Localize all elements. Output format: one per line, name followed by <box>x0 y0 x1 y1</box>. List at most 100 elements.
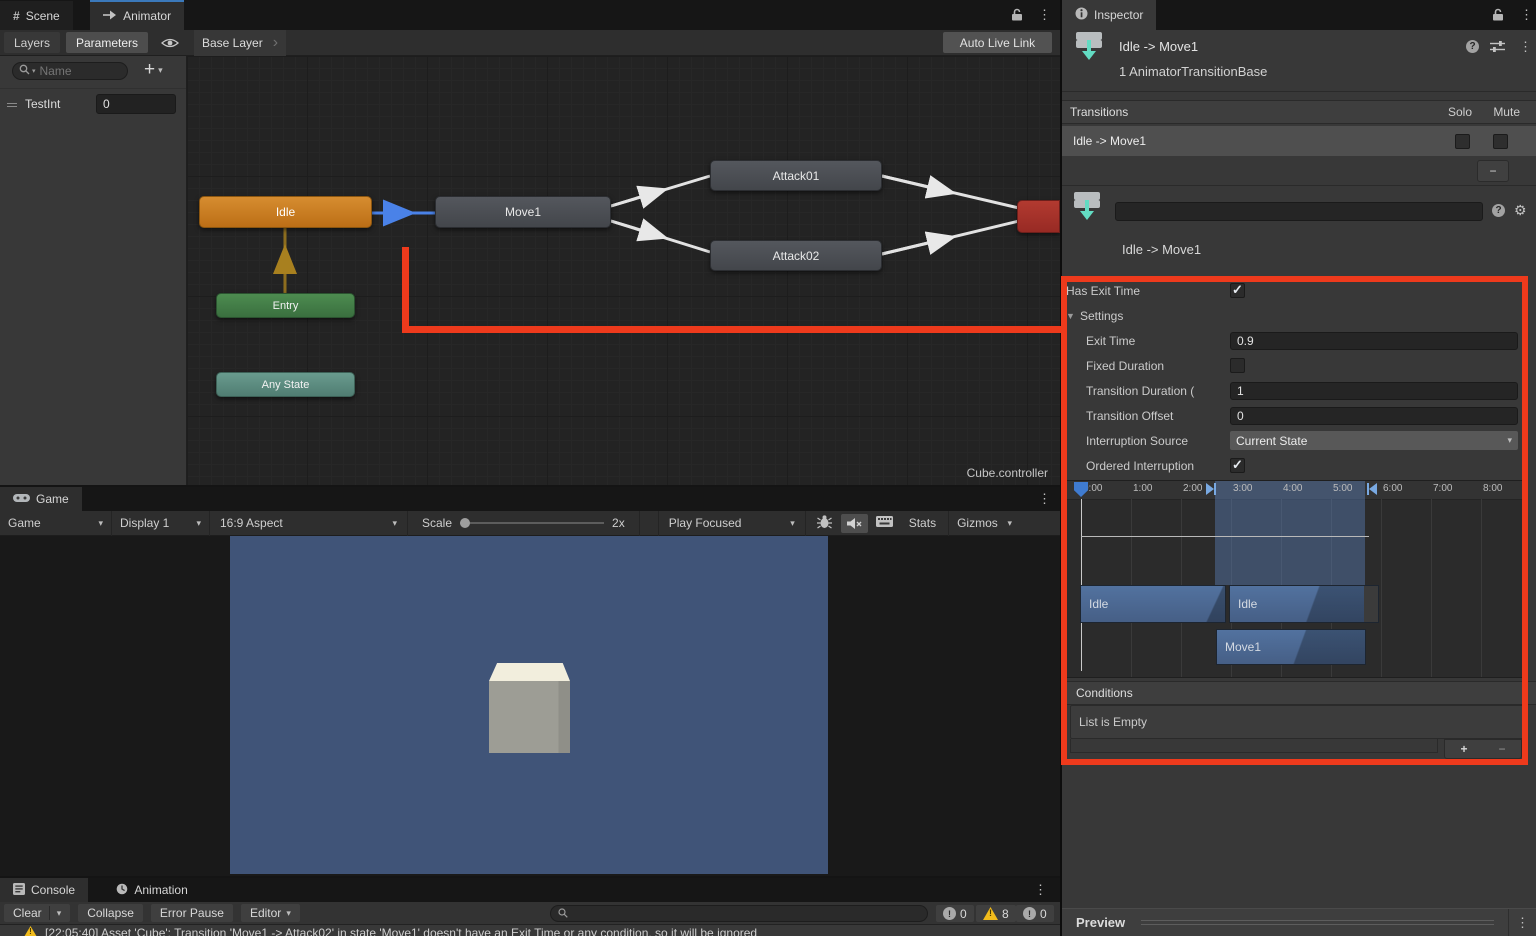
interruption-source-dropdown[interactable]: Current State ▾ <box>1230 431 1518 450</box>
transition-name-field[interactable] <box>1115 202 1483 221</box>
scale-slider-knob[interactable] <box>460 518 470 528</box>
drag-handle-icon[interactable] <box>7 101 17 107</box>
tab-game[interactable]: Game <box>0 487 82 511</box>
transition-move1-to-attack02[interactable] <box>611 221 710 252</box>
game-viewport[interactable] <box>230 536 828 874</box>
tab-animator[interactable]: Animator <box>90 0 184 30</box>
error-count-badge[interactable]: ! 0 <box>1016 905 1054 922</box>
fixed-duration-checkbox[interactable] <box>1230 358 1245 373</box>
transition-move1-to-attack01[interactable] <box>611 176 710 206</box>
collapse-button[interactable]: Collapse <box>78 904 143 922</box>
timeline-block-idle-1[interactable]: Idle <box>1080 585 1226 623</box>
transition-row-selected[interactable]: Idle -> Move1 <box>1062 126 1536 156</box>
transition-arrows[interactable] <box>187 56 1060 485</box>
settings-foldout[interactable]: ▼ Settings <box>1066 303 1528 328</box>
timeline-block-move1[interactable]: Move1 <box>1216 629 1366 665</box>
gear-icon[interactable]: ⚙ <box>1514 203 1527 217</box>
gizmos-dropdown[interactable]: Gizmos▾ <box>948 511 1020 536</box>
parameter-value-field[interactable] <box>96 94 176 114</box>
help-icon[interactable]: ? <box>1492 204 1505 217</box>
console-log-row[interactable]: ! [22:05:40] Asset 'Cube': Transition 'M… <box>0 925 1060 936</box>
keyboard-icon[interactable] <box>876 516 893 530</box>
info-circle-icon <box>1075 7 1088 23</box>
has-exit-time-checkbox[interactable] <box>1230 283 1245 298</box>
conditions-buttons: + − <box>1444 739 1522 759</box>
display-dropdown[interactable]: Display 1▾ <box>112 511 210 536</box>
state-node-attack02[interactable]: Attack02 <box>710 240 882 271</box>
layers-button[interactable]: Layers <box>4 32 60 53</box>
ruler-tick: 8:00 <box>1483 483 1502 494</box>
inspector-more-icon[interactable]: ⋮ <box>1520 7 1533 23</box>
display-target-dropdown[interactable]: Game▾ <box>0 511 112 536</box>
state-node-idle[interactable]: Idle <box>199 196 372 228</box>
info-count-badge[interactable]: ! 0 <box>936 905 974 922</box>
parameters-button[interactable]: Parameters <box>66 32 148 53</box>
header-more-icon[interactable]: ⋮ <box>1519 39 1532 55</box>
ordered-interruption-checkbox[interactable] <box>1230 458 1245 473</box>
mute-checkbox[interactable] <box>1493 134 1508 149</box>
debug-bug-icon[interactable] <box>816 514 833 532</box>
animator-more-icon[interactable]: ⋮ <box>1038 7 1051 23</box>
tab-scene[interactable]: # Scene <box>0 1 73 31</box>
add-condition-button[interactable]: + <box>1460 742 1467 756</box>
preview-drag-handle[interactable] <box>1141 920 1494 925</box>
console-search-input[interactable] <box>572 907 906 921</box>
state-machine-graph[interactable]: Idle Move1 Attack01 Attack02 Entry Any S… <box>187 56 1060 485</box>
scale-slider[interactable] <box>460 518 604 528</box>
chevron-down-icon: ▾ <box>286 908 291 919</box>
eye-icon[interactable] <box>161 37 179 52</box>
parameters-panel: ▾ + ▾ TestInt <box>0 56 187 485</box>
play-focused-dropdown[interactable]: Play Focused▾ <box>658 511 806 536</box>
preview-more-icon[interactable]: ⋮ <box>1509 915 1536 931</box>
parameter-search-input[interactable] <box>38 63 112 79</box>
transition-attack02-to-end[interactable] <box>882 221 1019 254</box>
preview-bar[interactable]: Preview ⋮ <box>1062 908 1536 936</box>
parameter-row[interactable]: TestInt <box>0 88 186 119</box>
game-more-icon[interactable]: ⋮ <box>1038 491 1051 507</box>
warning-count-badge[interactable]: ! 8 <box>976 905 1016 922</box>
state-node-entry[interactable]: Entry <box>216 293 355 318</box>
aspect-dropdown[interactable]: 16:9 Aspect▾ <box>210 511 408 536</box>
inspector-lock-icon[interactable] <box>1492 8 1504 24</box>
remove-transition-button[interactable]: − <box>1477 160 1509 182</box>
search-dropdown-icon[interactable]: ▾ <box>32 67 36 75</box>
clear-label: Clear <box>13 906 42 920</box>
state-node-exit[interactable] <box>1017 200 1060 233</box>
transition-end-marker[interactable] <box>1367 483 1377 495</box>
editor-dropdown[interactable]: Editor▾ <box>241 904 300 922</box>
breadcrumb[interactable]: Base Layer › <box>194 30 286 56</box>
animator-lock-icon[interactable] <box>1011 8 1023 24</box>
parameter-name: TestInt <box>25 97 60 111</box>
help-icon[interactable]: ? <box>1466 40 1479 53</box>
tab-animation[interactable]: Animation <box>103 878 200 902</box>
mute-audio-toggle[interactable] <box>841 514 868 533</box>
transition-duration-row: Transition Duration ( <box>1066 378 1528 403</box>
transition-offset-field[interactable] <box>1230 407 1518 425</box>
conditions-header-label: Conditions <box>1076 686 1133 700</box>
tab-inspector[interactable]: Inspector <box>1062 0 1156 30</box>
error-pause-button[interactable]: Error Pause <box>151 904 233 922</box>
conditions-footer-line <box>1070 739 1438 753</box>
transition-attack01-to-end[interactable] <box>882 176 1019 208</box>
transition-start-marker[interactable] <box>1206 483 1216 495</box>
add-parameter-button[interactable]: + ▾ <box>144 60 163 80</box>
auto-live-link-label: Auto Live Link <box>960 36 1035 50</box>
chevron-down-icon[interactable]: ▾ <box>57 908 62 919</box>
solo-checkbox[interactable] <box>1455 134 1470 149</box>
auto-live-link-button[interactable]: Auto Live Link <box>943 32 1052 53</box>
state-node-attack01[interactable]: Attack01 <box>710 160 882 191</box>
state-node-move1[interactable]: Move1 <box>435 196 611 228</box>
state-node-any-state[interactable]: Any State <box>216 372 355 397</box>
remove-condition-button[interactable]: − <box>1498 742 1505 756</box>
tab-console[interactable]: Console <box>0 878 88 902</box>
transition-duration-field[interactable] <box>1230 382 1518 400</box>
ordered-interruption-label: Ordered Interruption <box>1066 459 1228 473</box>
timeline-block-idle-2[interactable]: Idle <box>1229 585 1379 623</box>
presets-icon[interactable] <box>1490 40 1505 56</box>
exit-time-field[interactable] <box>1230 332 1518 350</box>
stats-button[interactable]: Stats <box>903 516 942 530</box>
console-more-icon[interactable]: ⋮ <box>1034 882 1047 898</box>
transition-timeline[interactable]: 0:00 1:00 2:00 3:00 4:00 5:00 6:00 7:00 … <box>1066 480 1526 678</box>
clear-button[interactable]: Clear ▾ <box>4 904 70 922</box>
collapse-label: Collapse <box>87 906 134 920</box>
